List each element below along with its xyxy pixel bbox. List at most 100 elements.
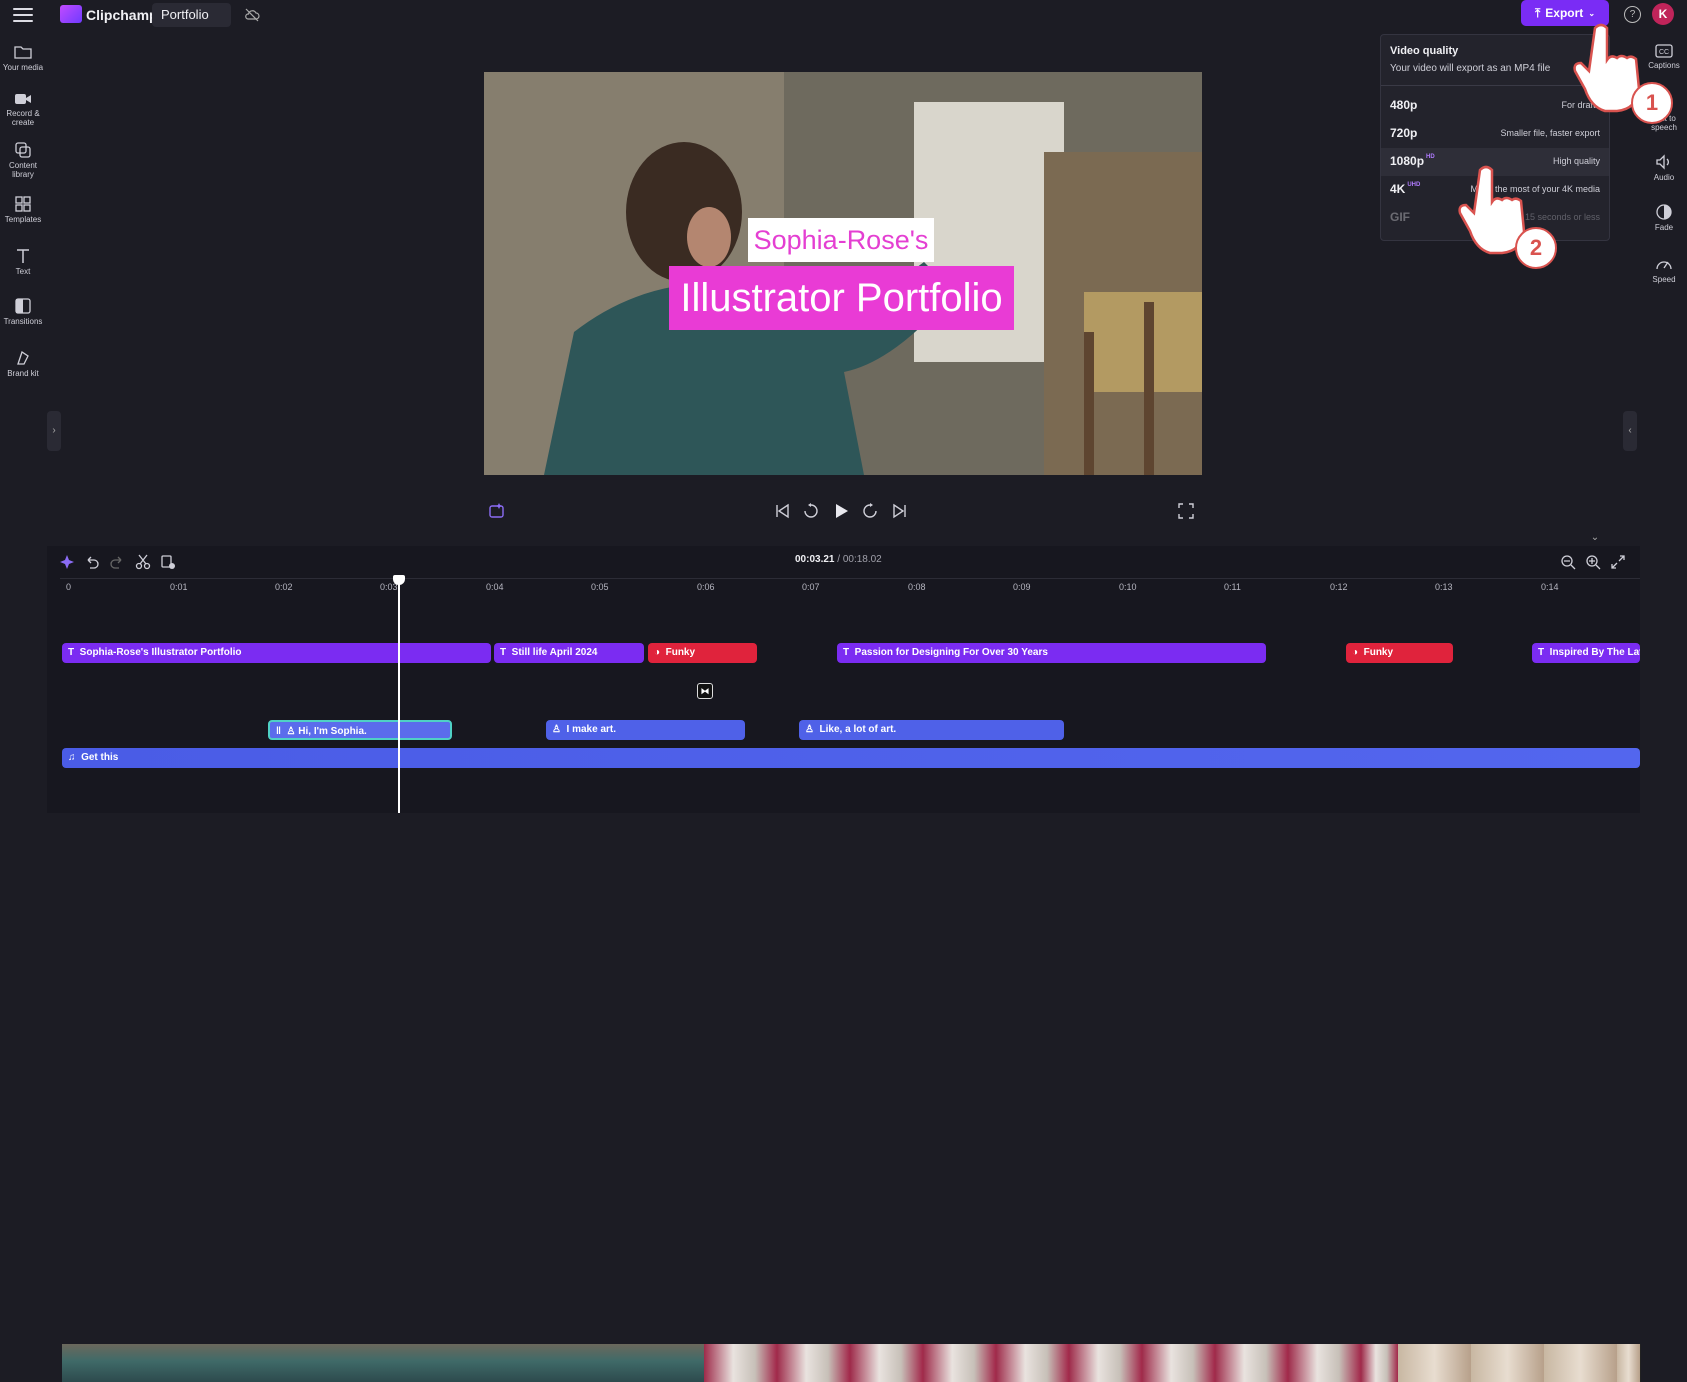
skip-back-icon[interactable] — [773, 502, 791, 520]
collapse-right-panel-tab[interactable]: ‹ — [1623, 411, 1637, 451]
ruler-tick: 0:12 — [1330, 582, 1348, 592]
clip-label: Like, a lot of art. — [819, 724, 897, 735]
sticker-icon: ◑ — [654, 647, 666, 658]
quality-name: 4K — [1390, 182, 1406, 196]
upload-icon: ⤒ — [1534, 5, 1541, 20]
current-time: 00:03.21 — [795, 554, 835, 565]
ruler-tick: 0:02 — [275, 582, 293, 592]
magic-edit-icon[interactable] — [488, 502, 506, 520]
text-clip[interactable]: T Inspired By The Lat — [1532, 643, 1640, 663]
sidebar-item-text[interactable]: Text — [0, 248, 46, 276]
zoom-out-icon[interactable] — [1560, 554, 1576, 570]
sticker-clip[interactable]: ◑ Funky — [648, 643, 757, 663]
magic-sparkle-icon[interactable] — [59, 554, 75, 570]
music-note-icon: ♫ — [68, 752, 82, 763]
sidebar-item-fade[interactable]: Fade — [1641, 204, 1687, 232]
sidebar-item-transitions[interactable]: Transitions — [0, 298, 46, 326]
sidebar-label: Templates — [4, 215, 42, 224]
quality-option-720p[interactable]: 720p Smaller file, faster export — [1381, 120, 1609, 148]
fit-timeline-icon[interactable] — [1610, 554, 1626, 570]
ruler-line — [60, 578, 1640, 579]
sidebar-item-audio[interactable]: Audio — [1641, 154, 1687, 182]
cloud-offline-icon[interactable] — [244, 7, 260, 23]
sidebar-item-content-library[interactable]: Content library — [0, 142, 46, 179]
menu-icon[interactable] — [13, 6, 33, 24]
expand-left-panel-tab[interactable]: › — [47, 411, 61, 451]
text-clip-icon: T — [843, 647, 855, 658]
sidebar-label: Your media — [2, 63, 44, 72]
sidebar-item-record-create[interactable]: Record & create — [0, 92, 46, 127]
playback-time: 00:03.21 / 00:18.02 — [795, 554, 882, 565]
chevron-down-icon[interactable]: ⌄ — [1588, 533, 1602, 543]
voice-clip[interactable]: ‖ ♙ Hi, I'm Sophia. — [268, 720, 452, 740]
export-panel-subtitle: Your video will export as an MP4 file — [1390, 63, 1551, 74]
quality-name-wrap: 1080p HD — [1390, 154, 1435, 168]
clipchamp-logo-icon — [60, 5, 82, 23]
forward-5s-icon[interactable] — [861, 502, 879, 520]
video-thumbnail — [996, 1344, 1070, 1382]
play-icon[interactable] — [832, 502, 850, 520]
zoom-in-icon[interactable] — [1585, 554, 1601, 570]
video-clip-2[interactable] — [704, 672, 1399, 1382]
video-thumbnail — [281, 1344, 355, 1382]
clip-label: Get this — [81, 752, 119, 763]
text-clip[interactable]: T Sophia-Rose's Illustrator Portfolio — [62, 643, 491, 663]
ruler-tick: 0:05 — [591, 582, 609, 592]
title-overlay-line1[interactable]: Sophia-Rose's — [748, 218, 934, 262]
uhd-badge: UHD — [1407, 182, 1421, 188]
fullscreen-icon[interactable] — [1177, 502, 1195, 520]
sticker-clip[interactable]: ◑ Funky — [1346, 643, 1453, 663]
drag-handle-icon[interactable]: ‖ — [276, 726, 287, 737]
video-camera-icon — [15, 94, 31, 104]
sidebar-item-templates[interactable]: Templates — [0, 196, 46, 224]
step-2-badge: 2 — [1515, 227, 1557, 269]
quality-name: 720p — [1390, 126, 1418, 140]
delete-icon[interactable] — [160, 554, 176, 570]
clip-label: Hi, I'm Sophia. — [298, 726, 367, 737]
sidebar-item-brand-kit[interactable]: Brand kit — [0, 350, 46, 378]
video-thumbnail — [1471, 1344, 1545, 1382]
undo-icon[interactable] — [84, 554, 100, 570]
ruler-tick: 0:01 — [170, 582, 188, 592]
ruler-tick: 0:06 — [697, 582, 715, 592]
sidebar-label: Audio — [1653, 173, 1675, 182]
project-name-field[interactable]: Portfolio — [152, 3, 231, 27]
video-thumbnail — [354, 1344, 428, 1382]
video-thumbnail — [923, 1344, 997, 1382]
fade-icon — [1656, 204, 1672, 220]
playhead[interactable] — [398, 576, 400, 813]
music-clip[interactable]: ♫ Get this — [62, 748, 1640, 768]
brand-kit-icon — [17, 350, 29, 365]
video-thumbnail — [62, 1344, 136, 1382]
sidebar-label: Record & create — [6, 109, 40, 127]
top-bar: Clipchamp Portfolio ⤒ Export ⌄ ? K — [0, 0, 1687, 30]
sidebar-item-speed[interactable]: Speed — [1641, 256, 1687, 284]
text-icon — [17, 249, 29, 263]
text-clip[interactable]: T Still life April 2024 — [494, 643, 644, 663]
clip-label: I make art. — [566, 724, 617, 735]
video-thumbnail — [1215, 1344, 1289, 1382]
video-clip-3[interactable] — [1398, 672, 1641, 1382]
title-overlay-line2[interactable]: Illustrator Portfolio — [669, 266, 1014, 330]
redo-icon[interactable] — [109, 554, 125, 570]
voice-clip[interactable]: ♙ I make art. — [546, 720, 745, 740]
quality-name-wrap: 4K UHD — [1390, 182, 1420, 196]
video-thumbnail — [1617, 1344, 1641, 1382]
chevron-down-icon: ⌄ — [1588, 8, 1596, 18]
video-clip-1[interactable] — [62, 672, 705, 1382]
sidebar-label: Text — [15, 267, 31, 276]
quality-name: GIF — [1390, 210, 1410, 224]
text-clip[interactable]: T Passion for Designing For Over 30 Year… — [837, 643, 1266, 663]
video-thumbnail — [573, 1344, 647, 1382]
skip-forward-icon[interactable] — [891, 502, 909, 520]
rewind-5s-icon[interactable] — [802, 502, 820, 520]
video-preview[interactable]: Sophia-Rose's Illustrator Portfolio — [484, 72, 1202, 475]
ruler-tick: 0:09 — [1013, 582, 1031, 592]
folder-icon — [14, 46, 32, 59]
quality-desc: High quality — [1552, 156, 1600, 166]
voice-clip[interactable]: ♙ Like, a lot of art. — [799, 720, 1064, 740]
video-thumbnail — [777, 1344, 851, 1382]
sidebar-item-your-media[interactable]: Your media — [0, 44, 46, 72]
scissors-icon[interactable] — [135, 554, 151, 570]
video-thumbnail — [1544, 1344, 1618, 1382]
